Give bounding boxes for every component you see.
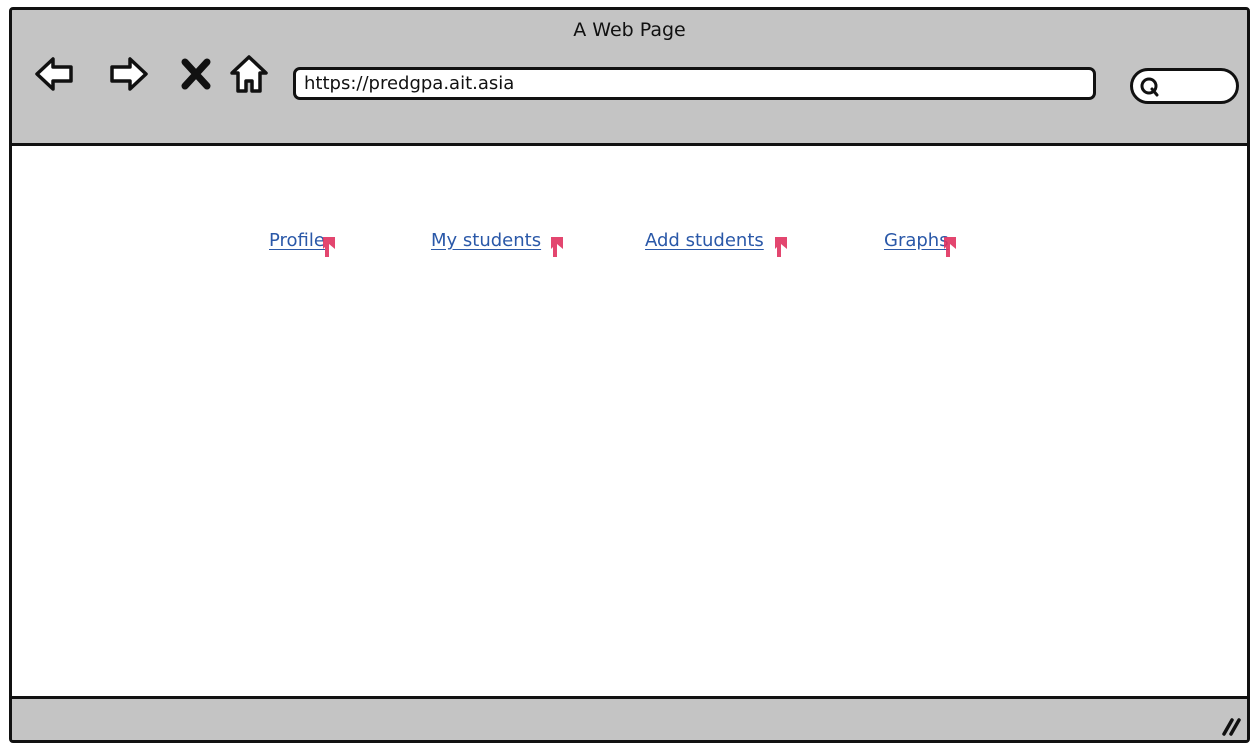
browser-toolbar: A Web Page: [12, 10, 1247, 146]
status-bar: [12, 696, 1247, 740]
link-marker-icon: [320, 235, 338, 259]
address-bar[interactable]: [293, 67, 1096, 100]
search-icon: [1140, 77, 1159, 97]
nav-link-add-students[interactable]: Add students: [645, 230, 764, 251]
link-marker-icon: [548, 235, 566, 259]
url-input[interactable]: [304, 73, 1093, 94]
link-marker-icon: [941, 235, 959, 259]
close-x-icon[interactable]: [179, 54, 213, 94]
nav-link-my-students[interactable]: My students: [431, 230, 541, 251]
nav-link-graphs[interactable]: Graphs: [884, 230, 949, 251]
resize-grip-icon[interactable]: [1219, 714, 1241, 736]
page-content: Profile My students Add students Graphs: [12, 146, 1247, 696]
browser-window: A Web Page https://predgpa.ait.asia Prof…: [9, 7, 1250, 743]
link-marker-icon: [772, 235, 790, 259]
search-box[interactable]: [1130, 68, 1239, 104]
home-icon[interactable]: [229, 54, 269, 94]
back-arrow-icon[interactable]: [34, 54, 74, 94]
forward-arrow-icon[interactable]: [109, 54, 149, 94]
window-title: A Web Page: [573, 19, 686, 41]
nav-link-profile[interactable]: Profile: [269, 230, 325, 251]
